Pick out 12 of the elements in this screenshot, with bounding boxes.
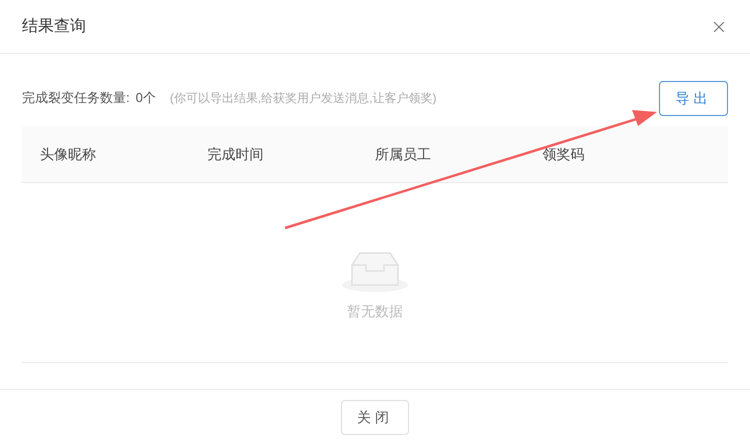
- dialog-title: 结果查询: [22, 16, 86, 36]
- column-header: 完成时间: [208, 144, 264, 164]
- empty-text: 暂无数据: [347, 302, 403, 321]
- column-header: 领奖码: [542, 144, 586, 164]
- summary-label: 完成裂变任务数量:: [22, 89, 130, 108]
- summary-count: 0个: [136, 89, 156, 108]
- close-button[interactable]: 关闭: [341, 400, 409, 435]
- summary-hint: (你可以导出结果,给获奖用户发送消息,让客户领奖): [170, 90, 437, 107]
- column-header: 头像昵称: [40, 144, 97, 164]
- export-button[interactable]: 导出: [659, 80, 728, 116]
- column-header: 所属员工: [375, 144, 432, 164]
- empty-inbox-icon: [342, 251, 408, 293]
